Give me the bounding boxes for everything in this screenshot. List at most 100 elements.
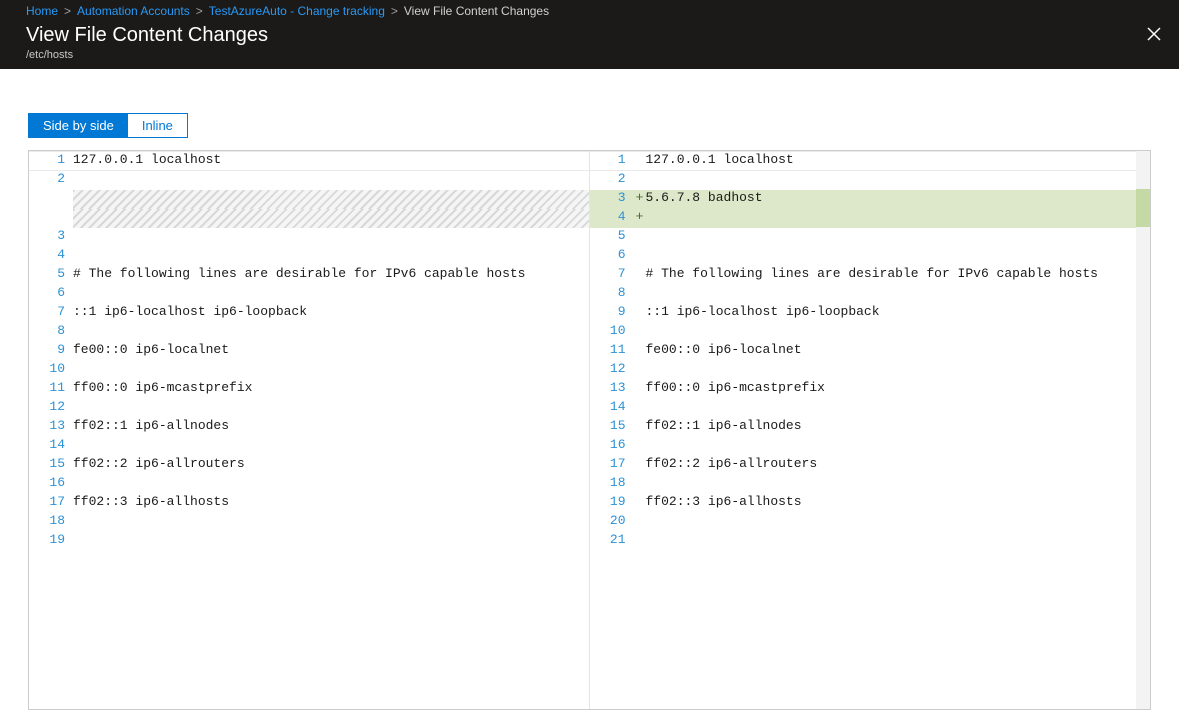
diff-sign — [634, 399, 646, 418]
diff-sign: + — [634, 209, 646, 228]
line-number: 11 — [590, 342, 634, 361]
diff-sign — [634, 323, 646, 342]
diff-line: 6 — [29, 285, 589, 304]
diff-line: 18 — [29, 513, 589, 532]
inline-button[interactable]: Inline — [128, 114, 187, 137]
line-content — [646, 171, 1151, 190]
line-number: 9 — [29, 342, 73, 361]
diff-sign: + — [634, 190, 646, 209]
line-content — [646, 475, 1151, 494]
line-content: ::1 ip6-localhost ip6-loopback — [646, 304, 1151, 323]
line-content — [73, 285, 589, 304]
overview-ruler[interactable] — [1136, 151, 1150, 709]
line-number — [29, 190, 73, 209]
line-content: ff00::0 ip6-mcastprefix — [73, 380, 589, 399]
diff-line: 16 — [29, 475, 589, 494]
diff-sign — [634, 171, 646, 190]
diff-line: 10 — [590, 323, 1151, 342]
diff-line: 1127.0.0.1 localhost — [29, 152, 589, 171]
diff-line: 19ff02::3 ip6-allhosts — [590, 494, 1151, 513]
diff-sign — [634, 437, 646, 456]
diff-line: 5# The following lines are desirable for… — [29, 266, 589, 285]
line-content — [73, 513, 589, 532]
line-content — [646, 285, 1151, 304]
breadcrumb-link[interactable]: Home — [26, 4, 58, 18]
line-number: 11 — [29, 380, 73, 399]
diff-line: 17ff02::3 ip6-allhosts — [29, 494, 589, 513]
diff-line: 18 — [590, 475, 1151, 494]
line-content — [73, 437, 589, 456]
line-number: 17 — [29, 494, 73, 513]
diff-sign — [634, 494, 646, 513]
line-number: 20 — [590, 513, 634, 532]
line-number: 3 — [29, 228, 73, 247]
diff-pane-modified[interactable]: 1 127.0.0.1 localhost 23+5.6.7.8 badhost4+… — [590, 151, 1151, 709]
diff-sign — [634, 304, 646, 323]
diff-line: 4+ — [590, 209, 1151, 228]
chevron-right-icon: > — [391, 4, 398, 18]
line-content — [646, 247, 1151, 266]
diff-line: 16 — [590, 437, 1151, 456]
diff-line: 11ff00::0 ip6-mcastprefix — [29, 380, 589, 399]
line-content — [73, 209, 589, 228]
line-number: 12 — [590, 361, 634, 380]
line-content — [646, 532, 1151, 551]
line-number: 9 — [590, 304, 634, 323]
breadcrumb: Home > Automation Accounts > TestAzureAu… — [0, 0, 1179, 20]
chevron-right-icon: > — [64, 4, 71, 18]
diff-sign — [634, 342, 646, 361]
diff-line: 9fe00::0 ip6-localnet — [29, 342, 589, 361]
line-content: ff00::0 ip6-mcastprefix — [646, 380, 1151, 399]
line-content — [646, 361, 1151, 380]
line-number: 15 — [29, 456, 73, 475]
line-content — [73, 190, 589, 209]
page-subtitle: /etc/hosts — [26, 49, 268, 61]
line-content — [73, 247, 589, 266]
diff-line: 21 — [590, 532, 1151, 551]
diff-line: 15ff02::1 ip6-allnodes — [590, 418, 1151, 437]
line-number: 1 — [590, 152, 634, 171]
line-content — [73, 532, 589, 551]
diff-sign — [634, 456, 646, 475]
diff-line: 6 — [590, 247, 1151, 266]
line-number — [29, 209, 73, 228]
line-content — [646, 209, 1151, 228]
line-content: 127.0.0.1 localhost — [646, 152, 1151, 171]
line-number: 13 — [590, 380, 634, 399]
diff-line: 7::1 ip6-localhost ip6-loopback — [29, 304, 589, 323]
breadcrumb-link[interactable]: TestAzureAuto - Change tracking — [209, 4, 385, 18]
line-number: 10 — [590, 323, 634, 342]
close-icon[interactable] — [1147, 22, 1163, 44]
line-number: 16 — [29, 475, 73, 494]
line-content — [646, 513, 1151, 532]
line-content: ff02::3 ip6-allhosts — [646, 494, 1151, 513]
diff-line: 1 127.0.0.1 localhost — [590, 152, 1151, 171]
diff-line: 19 — [29, 532, 589, 551]
side-by-side-button[interactable]: Side by side — [29, 114, 128, 137]
line-number: 6 — [29, 285, 73, 304]
line-content — [73, 475, 589, 494]
line-content — [646, 228, 1151, 247]
line-number: 18 — [590, 475, 634, 494]
diff-line: 17ff02::2 ip6-allrouters — [590, 456, 1151, 475]
diff-pane-original[interactable]: 1127.0.0.1 localhost2 345# The following… — [29, 151, 590, 709]
diff-line: 9::1 ip6-localhost ip6-loopback — [590, 304, 1151, 323]
line-content: fe00::0 ip6-localnet — [73, 342, 589, 361]
line-content — [646, 323, 1151, 342]
diff-sign — [634, 247, 646, 266]
diff-line: 5 — [590, 228, 1151, 247]
diff-line — [29, 190, 589, 209]
diff-line — [29, 209, 589, 228]
diff-line: 4 — [29, 247, 589, 266]
line-number: 2 — [590, 171, 634, 190]
line-content — [73, 361, 589, 380]
diff-sign — [634, 380, 646, 399]
diff-line: 3+5.6.7.8 badhost — [590, 190, 1151, 209]
breadcrumb-link[interactable]: Automation Accounts — [77, 4, 190, 18]
line-number: 3 — [590, 190, 634, 209]
diff-line: 15ff02::2 ip6-allrouters — [29, 456, 589, 475]
diff-line: 14 — [29, 437, 589, 456]
line-number: 10 — [29, 361, 73, 380]
diff-line: 12 — [29, 399, 589, 418]
diff-view-toggle: Side by side Inline — [28, 113, 188, 138]
